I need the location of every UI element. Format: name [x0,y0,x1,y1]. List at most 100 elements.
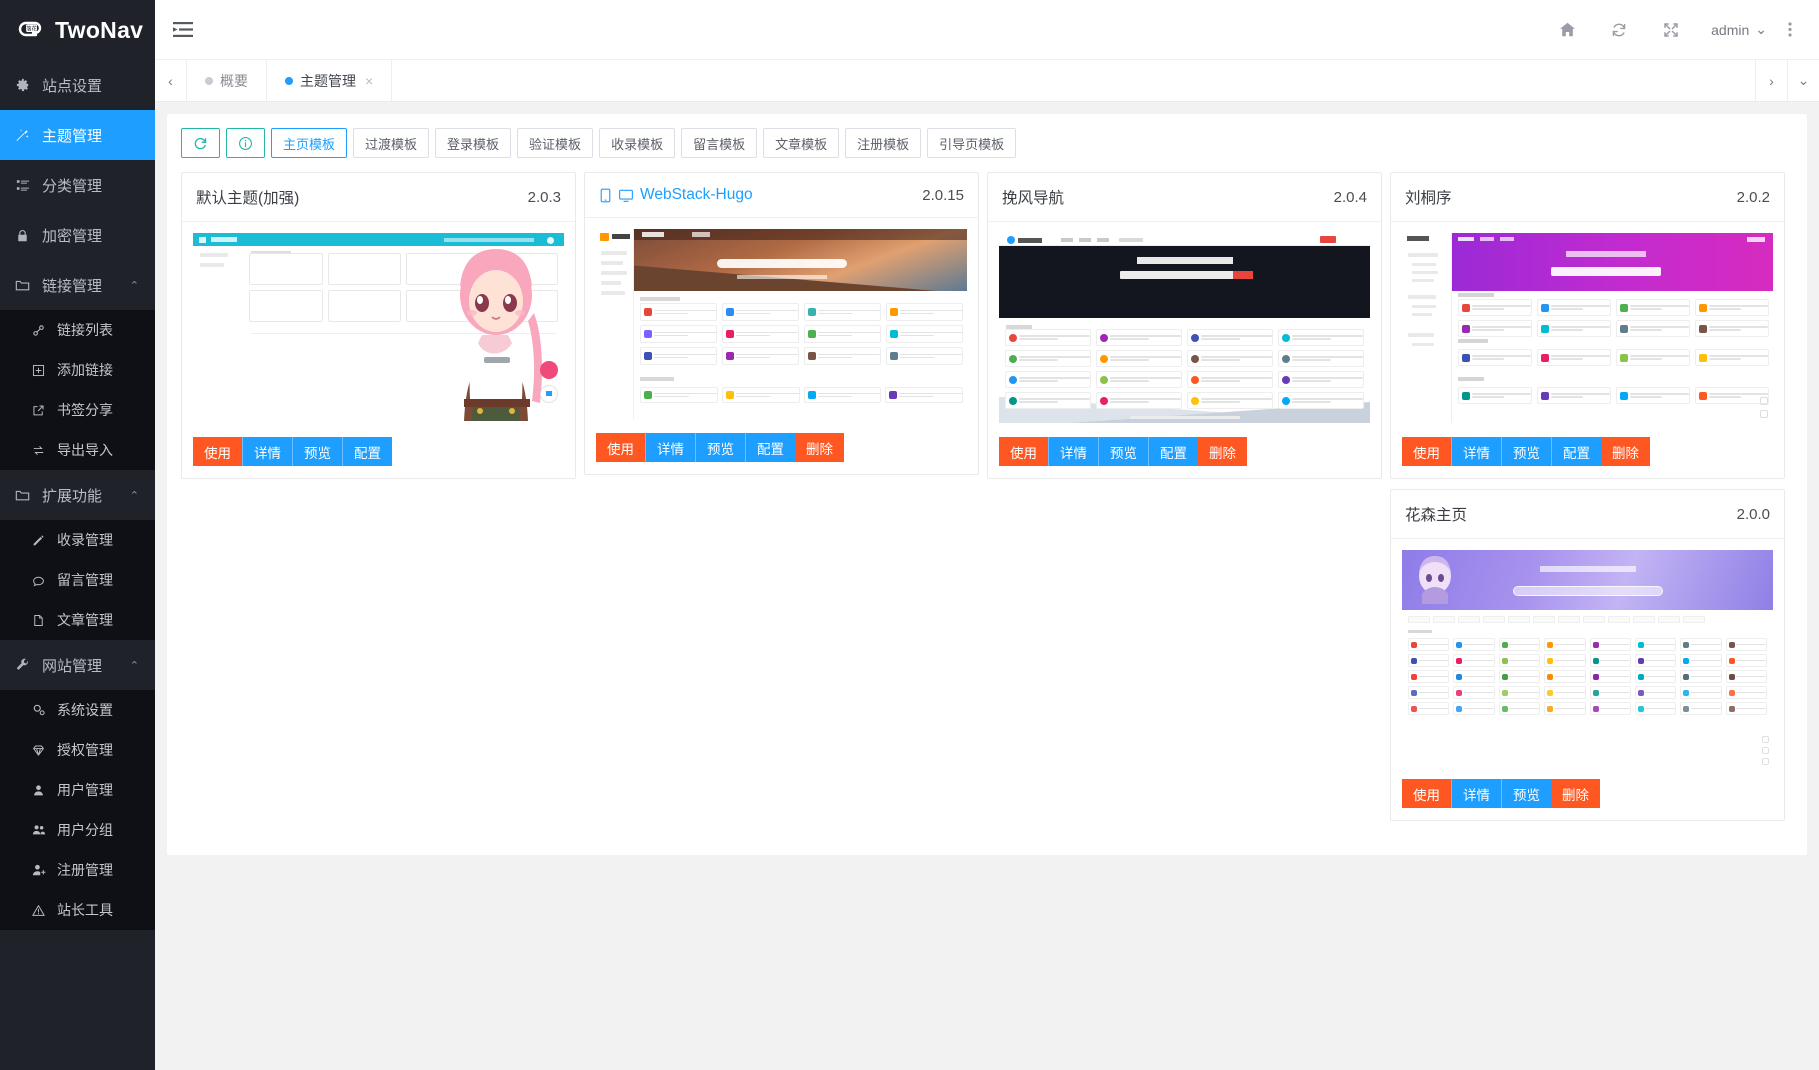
comment-icon [30,574,47,587]
hamburger-icon[interactable] [173,21,193,38]
use-button[interactable]: 使用 [193,437,242,466]
user-menu[interactable]: admin ⌄ [1697,21,1775,38]
sidebar-item-label: 用户分组 [57,822,113,838]
filter-verify-template[interactable]: 验证模板 [517,128,594,158]
users-icon [30,823,47,837]
configure-button[interactable]: 配置 [1551,437,1601,466]
tab-scroll-right-icon[interactable]: › [1755,60,1787,101]
configure-button[interactable]: 配置 [1148,437,1198,466]
vertical-dots-icon[interactable] [1775,0,1805,60]
sidebar-item-user-management[interactable]: 用户管理 [0,770,155,810]
sidebar-item-site-settings[interactable]: 站点设置 [0,60,155,110]
cloud-leaf-logo: 落花 [12,13,46,47]
delete-button[interactable]: 删除 [1551,779,1600,808]
brand[interactable]: 落花 TwoNav [0,0,155,60]
theme-thumbnail-liutongxu[interactable] [1402,233,1773,423]
details-button[interactable]: 详情 [1451,437,1501,466]
sidebar-item-authorization-management[interactable]: 授权管理 [0,730,155,770]
theme-name-link[interactable]: WebStack-Hugo [599,186,753,204]
theme-name: 默认主题(加强) [196,190,300,207]
sidebar-item-message-management[interactable]: 留言管理 [0,560,155,600]
diamond-icon [30,744,47,757]
wrench-icon [14,658,31,672]
sidebar-group-extensions[interactable]: 扩展功能 ⌃ [0,470,155,520]
sidebar-group-label: 链接管理 [42,277,103,295]
filter-article-template[interactable]: 文章模板 [763,128,840,158]
sidebar-group-label: 扩展功能 [42,487,103,505]
theme-thumbnail-webstack-hugo[interactable] [596,229,967,419]
delete-button[interactable]: 删除 [1198,437,1247,466]
preview-button[interactable]: 预览 [1098,437,1148,466]
sidebar-item-category-management[interactable]: 分类管理 [0,160,155,210]
preview-button[interactable]: 预览 [695,433,745,462]
tab-theme-management[interactable]: 主题管理 × [267,60,393,101]
theme-card-header: 默认主题(加强) 2.0.3 [182,173,575,222]
sidebar-submenu-site-management: 系统设置 授权管理 用户管理 用户分组 注册管理 站长工具 [0,690,155,930]
configure-button[interactable]: 配置 [342,437,392,466]
details-button[interactable]: 详情 [242,437,292,466]
sidebar-item-label: 站点设置 [42,77,103,95]
sidebar-item-add-link[interactable]: 添加链接 [0,350,155,390]
sidebar-item-label: 用户管理 [57,782,113,798]
details-button[interactable]: 详情 [1451,779,1501,808]
use-button[interactable]: 使用 [1402,779,1451,808]
sidebar-item-encryption-management[interactable]: 加密管理 [0,210,155,260]
refresh-icon[interactable] [1593,0,1645,60]
document-icon [30,614,47,627]
preview-button[interactable]: 预览 [1501,779,1551,808]
filter-transition-template[interactable]: 过渡模板 [353,128,430,158]
configure-button[interactable]: 配置 [745,433,795,462]
sidebar-group-link-management[interactable]: 链接管理 ⌃ [0,260,155,310]
theme-card-body [988,222,1381,427]
sidebar-group-site-management[interactable]: 网站管理 ⌃ [0,640,155,690]
delete-button[interactable]: 删除 [795,433,844,462]
sidebar-item-registration-management[interactable]: 注册管理 [0,850,155,890]
tab-scroll-left-icon[interactable]: ‹ [155,60,187,101]
plus-square-icon [30,364,47,377]
sidebar-item-webmaster-tools[interactable]: 站长工具 [0,890,155,930]
details-button[interactable]: 详情 [645,433,695,462]
toolbar: 主页模板 过渡模板 登录模板 验证模板 收录模板 留言模板 文章模板 注册模板 … [181,128,1793,158]
tab-dropdown-icon[interactable]: ⌄ [1787,60,1819,101]
home-icon[interactable] [1541,0,1593,60]
theme-thumbnail-huasen-home[interactable] [1402,550,1773,765]
sidebar-item-theme-management[interactable]: 主题管理 [0,110,155,160]
filter-register-template[interactable]: 注册模板 [845,128,922,158]
user-name: admin [1711,21,1750,38]
theme-version: 2.0.0 [1736,505,1770,523]
theme-thumbnail-default-theme[interactable] [193,233,564,423]
sidebar-item-link-list[interactable]: 链接列表 [0,310,155,350]
filter-message-template[interactable]: 留言模板 [681,128,758,158]
sidebar-item-article-management[interactable]: 文章管理 [0,600,155,640]
delete-button[interactable]: 删除 [1601,437,1650,466]
fullscreen-icon[interactable] [1645,0,1697,60]
preview-button[interactable]: 预览 [292,437,342,466]
filter-login-template[interactable]: 登录模板 [435,128,512,158]
use-button[interactable]: 使用 [1402,437,1451,466]
theme-card: 刘桐序 2.0.2 使用 详情 预览 配置 删除 [1390,172,1785,479]
theme-thumbnail-wanfeng-nav[interactable] [999,233,1370,423]
user-plus-icon [30,863,47,877]
filter-collection-template[interactable]: 收录模板 [599,128,676,158]
filter-guide-template[interactable]: 引导页模板 [927,128,1017,158]
sidebar-item-export-import[interactable]: 导出导入 [0,430,155,470]
tab-overview[interactable]: 概要 [187,60,267,101]
close-icon[interactable]: × [365,73,373,89]
theme-card: WebStack-Hugo 2.0.15 使用 详情 预览 配置 删除 [584,172,979,475]
sidebar-item-user-groups[interactable]: 用户分组 [0,810,155,850]
filter-home-template[interactable]: 主页模板 [271,128,348,158]
info-button[interactable] [226,128,265,158]
use-button[interactable]: 使用 [999,437,1048,466]
sidebar-item-bookmark-share[interactable]: 书签分享 [0,390,155,430]
svg-text:落花: 落花 [26,24,37,32]
sidebar-item-system-settings[interactable]: 系统设置 [0,690,155,730]
details-button[interactable]: 详情 [1048,437,1098,466]
warning-triangle-icon [30,904,47,917]
refresh-button[interactable] [181,128,220,158]
use-button[interactable]: 使用 [596,433,645,462]
sidebar-item-collection-management[interactable]: 收录管理 [0,520,155,560]
sidebar-item-label: 分类管理 [42,177,103,195]
brand-title: TwoNav [55,16,144,43]
folder-icon [14,278,31,293]
preview-button[interactable]: 预览 [1501,437,1551,466]
